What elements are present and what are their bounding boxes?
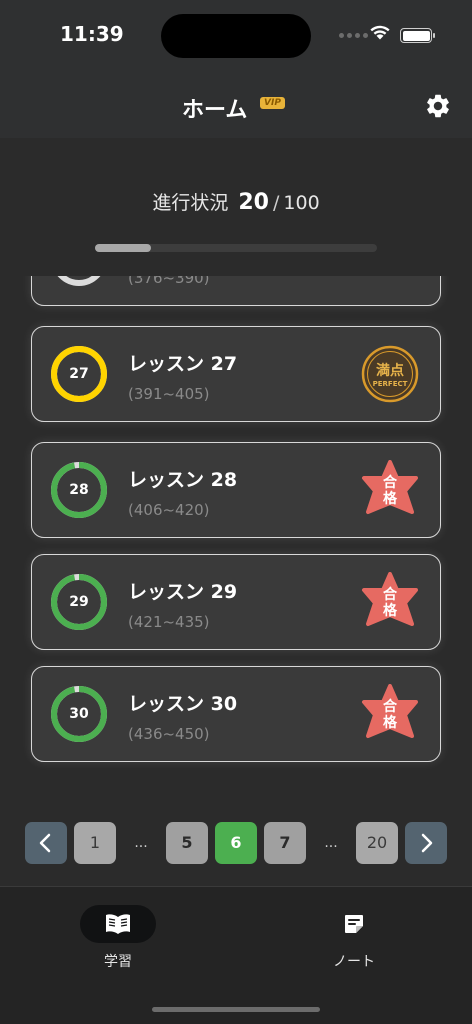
pass-badge-line1: 合 — [383, 586, 398, 603]
pass-badge-line2: 格 — [383, 490, 398, 507]
tab-notes-pill — [316, 905, 392, 943]
note-icon — [345, 915, 363, 933]
tab-notes[interactable]: ノート — [294, 905, 414, 971]
page-ellipsis: ... — [324, 835, 338, 851]
progress-bar-fill — [95, 244, 152, 252]
page-button-6[interactable]: 6 — [215, 822, 257, 864]
progress-current: 20 — [238, 190, 269, 215]
lesson-range: (376~390) — [128, 276, 210, 287]
progress-ring-track — [57, 276, 101, 286]
tab-notes-label: ノート — [333, 954, 375, 970]
progress-text: 進行状況 20/100 — [0, 188, 472, 215]
tab-study[interactable]: 学習 — [58, 905, 178, 971]
vip-badge: VIP — [260, 97, 285, 109]
lesson-title: レッスン 29 — [128, 581, 238, 603]
lesson-card-29[interactable]: 29 レッスン 29 (421~435) 合 格 — [31, 554, 441, 650]
home-indicator — [152, 1007, 320, 1012]
tab-bar: 学習 ノート — [0, 886, 472, 1024]
lesson-card-30[interactable]: 30 レッスン 30 (436~450) 合 格 — [31, 666, 441, 762]
progress-section: 進行状況 20/100 — [0, 138, 472, 276]
page-title: ホーム — [182, 98, 248, 123]
page-button-7[interactable]: 7 — [264, 822, 306, 864]
progress-separator: / — [272, 192, 280, 214]
next-page-button[interactable] — [405, 822, 447, 864]
pass-badge-icon: 合 格 — [362, 572, 418, 626]
lesson-card-26[interactable]: (376~390) — [31, 276, 441, 306]
pagination: 1 ... 5 6 7 ... 20 — [0, 822, 472, 864]
signal-icon — [339, 33, 368, 38]
pass-badge-icon: 合 格 — [362, 684, 418, 738]
pass-badge-line2: 格 — [383, 602, 398, 619]
book-icon — [106, 914, 130, 934]
prev-page-button[interactable] — [25, 822, 67, 864]
lesson-range: (436~450) — [128, 725, 210, 743]
lesson-range: (391~405) — [128, 385, 210, 403]
lesson-title: レッスン 27 — [128, 353, 238, 375]
lesson-card-27[interactable]: 27 レッスン 27 (391~405) 満点 PERFECT — [31, 326, 441, 422]
lesson-card-28[interactable]: 28 レッスン 28 (406~420) 合 格 — [31, 442, 441, 538]
page-button-first[interactable]: 1 — [74, 822, 116, 864]
status-time: 11:39 — [60, 22, 124, 46]
progress-total: 100 — [283, 192, 320, 214]
lesson-title: レッスン 28 — [128, 469, 238, 491]
lesson-range: (406~420) — [128, 501, 210, 519]
pass-badge-line1: 合 — [383, 698, 398, 715]
chevron-right-icon — [421, 833, 433, 853]
tab-study-label: 学習 — [104, 954, 132, 970]
nav-bar: ホーム VIP — [0, 64, 472, 138]
pass-badge-line2: 格 — [383, 714, 398, 731]
status-bar: 11:39 — [0, 0, 472, 64]
perfect-badge-main: 満点 — [376, 362, 404, 379]
tab-study-pill — [80, 905, 156, 943]
progress-bar — [95, 244, 377, 252]
battery-icon — [400, 28, 435, 43]
lesson-range: (421~435) — [128, 613, 210, 631]
progress-label: 進行状況 — [152, 192, 229, 214]
progress-ring — [51, 276, 107, 286]
lesson-list[interactable]: (376~390) 27 レッスン 27 (391~405) 満点 PERFEC… — [0, 276, 472, 796]
wifi-icon — [370, 25, 390, 40]
lesson-number: 30 — [69, 706, 89, 722]
page-button-5[interactable]: 5 — [166, 822, 208, 864]
pass-badge-icon: 合 格 — [362, 460, 418, 514]
lesson-number: 29 — [69, 594, 89, 610]
perfect-badge-sub: PERFECT — [373, 380, 408, 388]
lesson-number: 28 — [69, 482, 89, 498]
dynamic-island — [161, 14, 311, 58]
pass-badge-line1: 合 — [383, 474, 398, 491]
lesson-number: 27 — [69, 366, 89, 382]
gear-icon[interactable] — [424, 92, 452, 120]
chevron-left-icon — [39, 833, 51, 853]
page-ellipsis: ... — [134, 835, 148, 851]
perfect-badge-icon: 満点 PERFECT — [361, 345, 419, 403]
page-button-last[interactable]: 20 — [356, 822, 398, 864]
lesson-title: レッスン 30 — [128, 693, 238, 715]
